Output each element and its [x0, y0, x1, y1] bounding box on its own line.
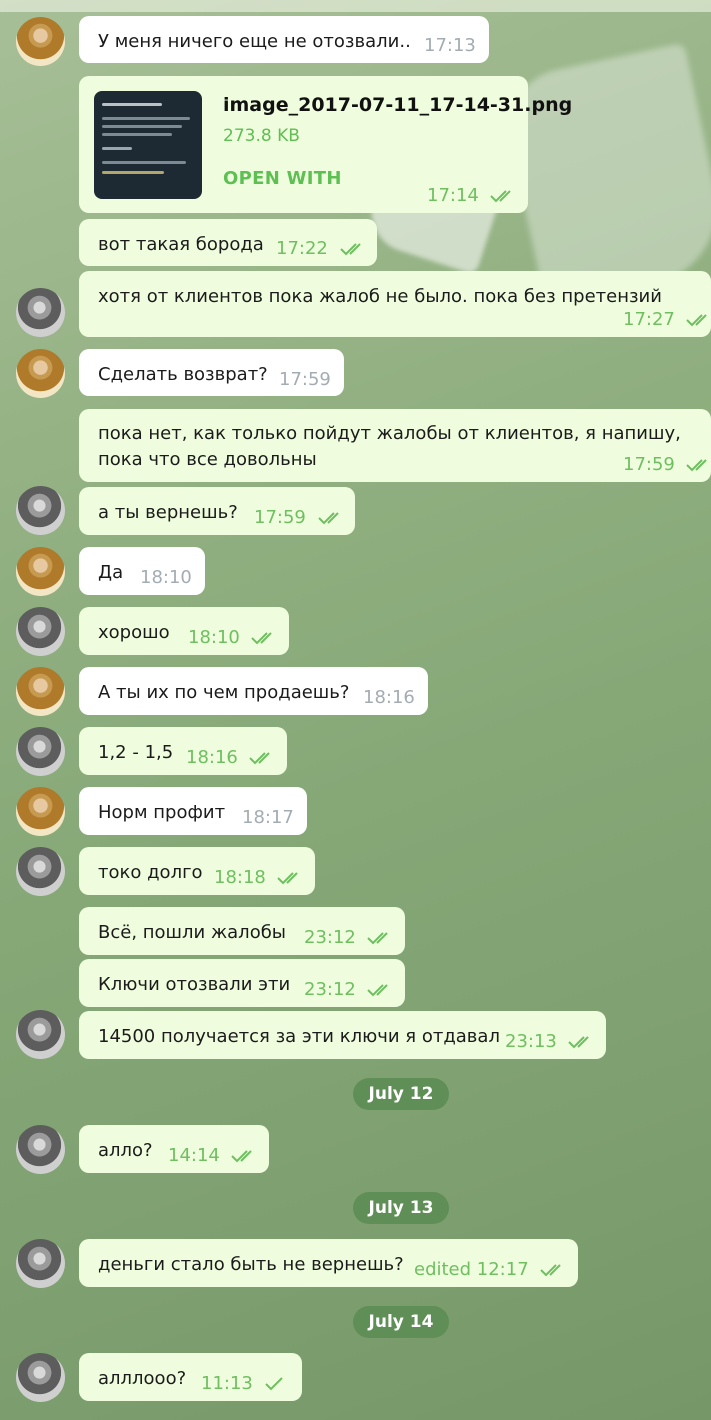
message-bubble[interactable]: хорошо 18:10	[79, 607, 289, 655]
message-text: Сделать возврат?	[98, 364, 268, 385]
message-bubble[interactable]: Сделать возврат? 17:59	[79, 349, 344, 396]
message-text: А ты их по чем продаешь?	[98, 682, 350, 703]
message-text: Да	[98, 562, 124, 583]
double-check-icon	[685, 457, 711, 473]
message-bubble[interactable]: алллооо? 11:13	[79, 1353, 302, 1401]
message-text: алллооо?	[98, 1368, 187, 1389]
file-size: 273.8 KB	[223, 126, 300, 146]
double-check-icon	[366, 930, 394, 946]
message-text: алло?	[98, 1140, 153, 1161]
message-bubble[interactable]: 1,2 - 1,5 18:16	[79, 727, 287, 775]
message-bubble[interactable]: пока нет, как только пойдут жалобы от кл…	[79, 409, 711, 482]
message-text: хорошо	[98, 622, 170, 643]
message-time: 18:10	[140, 567, 192, 588]
message-time: 23:12	[304, 979, 356, 1000]
message-time: 23:13	[505, 1031, 557, 1052]
date-separator: July 13	[353, 1192, 449, 1224]
message-bubble[interactable]: А ты их по чем продаешь? 18:16	[79, 667, 428, 715]
avatar[interactable]	[16, 486, 65, 535]
open-with-button[interactable]: OPEN WITH	[223, 168, 342, 189]
message-time: 17:14	[427, 185, 479, 206]
message-time: 17:22	[276, 238, 328, 259]
avatar[interactable]	[16, 607, 65, 656]
message-bubble[interactable]: Норм профит 18:17	[79, 787, 307, 835]
message-bubble[interactable]: Всё, пошли жалобы 23:12	[79, 907, 405, 955]
message-time: 18:18	[214, 867, 266, 888]
double-check-icon	[685, 312, 711, 328]
message-text: а ты вернешь?	[98, 502, 238, 523]
avatar[interactable]	[16, 547, 65, 596]
message-time: 18:10	[188, 627, 240, 648]
message-text: Всё, пошли жалобы	[98, 922, 287, 943]
message-text: токо долго	[98, 862, 203, 883]
message-bubble[interactable]: алло? 14:14	[79, 1125, 269, 1173]
double-check-icon	[230, 1148, 258, 1164]
message-bubble[interactable]: деньги стало быть не вернешь? edited 12:…	[79, 1239, 578, 1287]
message-text: пока нет, как только пойдут жалобы от кл…	[98, 423, 681, 470]
message-bubble[interactable]: вот такая борода 17:22	[79, 219, 377, 266]
double-check-icon	[489, 188, 517, 204]
message-time: 17:59	[623, 454, 675, 475]
message-time: 11:13	[201, 1373, 253, 1394]
check-icon	[263, 1376, 285, 1392]
message-text: Норм профит	[98, 802, 226, 823]
message-bubble[interactable]: 14500 получается за эти ключи я отдавал …	[79, 1011, 606, 1059]
date-separator: July 12	[353, 1078, 449, 1110]
avatar[interactable]	[16, 667, 65, 716]
avatar[interactable]	[16, 727, 65, 776]
message-bubble[interactable]: У меня ничего еще не отозвали.. 17:13	[79, 16, 489, 63]
double-check-icon	[248, 750, 276, 766]
avatar[interactable]	[16, 1353, 65, 1402]
message-text: хотя от клиентов пока жалоб не было. пок…	[98, 286, 662, 307]
message-text: вот такая борода	[98, 234, 264, 255]
file-message-bubble[interactable]: image_2017-07-11_17-14-31.png 273.8 KB O…	[79, 76, 572, 213]
message-time: 17:13	[424, 35, 476, 56]
message-text: 14500 получается за эти ключи я отдавал	[98, 1026, 500, 1047]
file-name[interactable]: image_2017-07-11_17-14-31.png	[223, 94, 572, 116]
message-time: 23:12	[304, 927, 356, 948]
message-time: 18:16	[186, 747, 238, 768]
image-thumbnail[interactable]	[94, 91, 202, 199]
message-time: 17:59	[254, 507, 306, 528]
avatar[interactable]	[16, 1125, 65, 1174]
message-time: 14:14	[168, 1145, 220, 1166]
double-check-icon	[567, 1034, 595, 1050]
message-bubble[interactable]: Ключи отозвали эти 23:12	[79, 959, 405, 1007]
avatar[interactable]	[16, 787, 65, 836]
message-bubble[interactable]: Да 18:10	[79, 547, 205, 595]
message-text: Ключи отозвали эти	[98, 974, 291, 995]
double-check-icon	[250, 630, 278, 646]
message-bubble[interactable]: хотя от клиентов пока жалоб не было. пок…	[79, 271, 711, 337]
message-time: 17:27	[623, 309, 675, 330]
message-text: У меня ничего еще не отозвали..	[98, 31, 411, 52]
double-check-icon	[539, 1262, 567, 1278]
avatar[interactable]	[16, 288, 65, 337]
message-time: 18:16	[363, 687, 415, 708]
double-check-icon	[317, 510, 345, 526]
date-separator: July 14	[353, 1306, 449, 1338]
avatar[interactable]	[16, 1239, 65, 1288]
message-text: деньги стало быть не вернешь?	[98, 1254, 404, 1275]
message-time: 18:17	[242, 807, 294, 828]
double-check-icon	[276, 870, 304, 886]
avatar[interactable]	[16, 349, 65, 398]
message-bubble[interactable]: а ты вернешь? 17:59	[79, 487, 355, 535]
avatar[interactable]	[16, 847, 65, 896]
avatar[interactable]	[16, 1010, 65, 1059]
message-time: edited 12:17	[414, 1259, 529, 1280]
message-text: 1,2 - 1,5	[98, 742, 174, 763]
double-check-icon	[366, 982, 394, 998]
double-check-icon	[339, 241, 367, 257]
avatar[interactable]	[16, 17, 65, 66]
message-bubble[interactable]: токо долго 18:18	[79, 847, 315, 895]
message-time: 17:59	[279, 369, 331, 390]
